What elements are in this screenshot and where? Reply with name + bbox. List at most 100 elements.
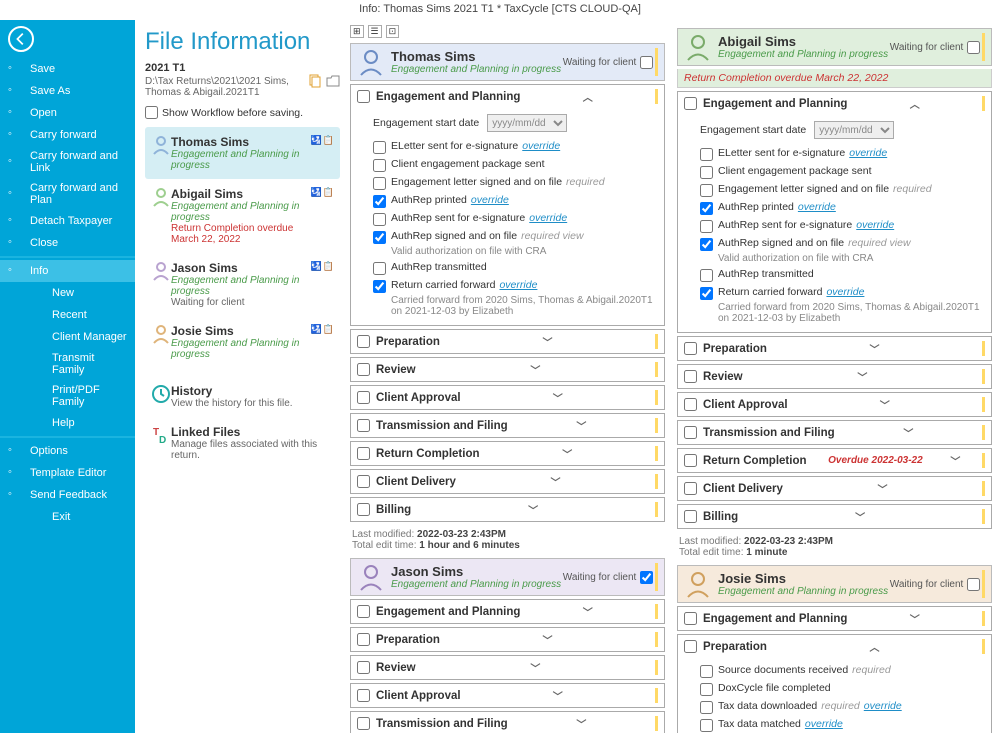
workflow-task[interactable]: Tax data downloaded required override (700, 698, 983, 716)
workflow-task[interactable]: AuthRep printed override (700, 199, 983, 217)
task-checkbox[interactable] (373, 177, 386, 190)
open-folder-icon[interactable] (326, 74, 340, 88)
section-header[interactable]: Review ﹀ (678, 365, 991, 388)
workflow-task[interactable]: Return carried forward override (700, 284, 983, 302)
task-checkbox[interactable] (700, 701, 713, 714)
section-header[interactable]: Preparation ︿ (678, 635, 991, 658)
section-header[interactable]: Transmission and Filing ﹀ (351, 712, 664, 733)
task-checkbox[interactable] (700, 665, 713, 678)
section-header[interactable]: Client Approval ﹀ (351, 386, 664, 409)
section-header[interactable]: Transmission and Filing ﹀ (351, 414, 664, 437)
sidebar-item-help[interactable]: Help (0, 412, 135, 434)
task-checkbox[interactable] (373, 280, 386, 293)
view-toggle-icons[interactable]: ⊞☰⊡ (350, 25, 665, 38)
task-checkbox[interactable] (700, 166, 713, 179)
section-header[interactable]: Client Approval ﹀ (678, 393, 991, 416)
task-checkbox[interactable] (373, 195, 386, 208)
sidebar-item-open[interactable]: ◦Open (0, 102, 135, 124)
person-card[interactable]: Abigail Sims Engagement and Planning in … (145, 179, 340, 253)
task-checkbox[interactable] (700, 269, 713, 282)
section-header[interactable]: Engagement and Planning ﹀ (351, 600, 664, 623)
sidebar-item-carry-forward-and-plan[interactable]: ◦Carry forward and Plan (0, 178, 135, 210)
sidebar-item-detach-taxpayer[interactable]: ◦Detach Taxpayer (0, 210, 135, 232)
workflow-task[interactable]: AuthRep sent for e-signature override (700, 217, 983, 235)
copy-path-icon[interactable] (309, 74, 321, 88)
waiting-checkbox[interactable] (640, 56, 653, 69)
workflow-task[interactable]: Engagement letter signed and on file req… (700, 181, 983, 199)
task-checkbox[interactable] (700, 238, 713, 251)
sidebar-item-print-pdf-family[interactable]: Print/PDF Family (0, 380, 135, 412)
section-header[interactable]: Client Delivery ﹀ (678, 477, 991, 500)
section-header[interactable]: Transmission and Filing ﹀ (678, 421, 991, 444)
linked-files-link[interactable]: TD Linked Files Manage files associated … (145, 417, 340, 469)
sidebar-item-close[interactable]: ◦Close (0, 232, 135, 254)
override-link[interactable]: override (522, 140, 560, 152)
waiting-checkbox[interactable] (967, 578, 980, 591)
workflow-task[interactable]: Tax data matched override (700, 716, 983, 733)
sidebar-item-info[interactable]: ◦Info (0, 260, 135, 282)
sidebar-item-template-editor[interactable]: ◦Template Editor (0, 462, 135, 484)
workflow-task[interactable]: Engagement letter signed and on file req… (373, 174, 656, 192)
sidebar-item-save-as[interactable]: ◦Save As (0, 80, 135, 102)
person-card[interactable]: Jason Sims Engagement and Planning in pr… (145, 253, 340, 316)
workflow-task[interactable]: ELetter sent for e-signature override (373, 138, 656, 156)
workflow-task[interactable]: AuthRep signed and on file required view (700, 235, 983, 253)
section-header[interactable]: Engagement and Planning ︿ (678, 92, 991, 115)
sidebar-item-options[interactable]: ◦Options (0, 440, 135, 462)
workflow-task[interactable]: ELetter sent for e-signature override (700, 145, 983, 163)
workflow-task[interactable]: AuthRep sent for e-signature override (373, 210, 656, 228)
section-header[interactable]: Billing ﹀ (678, 505, 991, 528)
workflow-task[interactable]: DoxCycle file completed (700, 680, 983, 698)
section-header[interactable]: Preparation ﹀ (678, 337, 991, 360)
sidebar-item-client-manager[interactable]: Client Manager (0, 326, 135, 348)
override-link[interactable]: override (849, 147, 887, 159)
sidebar-item-new[interactable]: New (0, 282, 135, 304)
workflow-task[interactable]: Client engagement package sent (373, 156, 656, 174)
task-checkbox[interactable] (373, 213, 386, 226)
task-checkbox[interactable] (700, 719, 713, 732)
task-checkbox[interactable] (700, 148, 713, 161)
sidebar-item-carry-forward[interactable]: ◦Carry forward (0, 124, 135, 146)
person-card[interactable]: Josie Sims Engagement and Planning in pr… (145, 316, 340, 368)
sidebar-item-recent[interactable]: Recent (0, 304, 135, 326)
override-link[interactable]: override (529, 212, 567, 224)
back-button[interactable] (8, 26, 34, 52)
override-link[interactable]: override (471, 194, 509, 206)
show-workflow-checkbox[interactable]: Show Workflow before saving. (145, 106, 340, 119)
sidebar-item-transmit-family[interactable]: Transmit Family (0, 348, 135, 380)
workflow-task[interactable]: Return carried forward override (373, 277, 656, 295)
workflow-task[interactable]: AuthRep transmitted (373, 259, 656, 277)
section-header[interactable]: Review ﹀ (351, 358, 664, 381)
task-checkbox[interactable] (373, 159, 386, 172)
section-header[interactable]: Return Completion Overdue 2022-03-22 ﹀ (678, 449, 991, 472)
section-header[interactable]: Engagement and Planning ﹀ (678, 607, 991, 630)
task-checkbox[interactable] (373, 141, 386, 154)
override-link[interactable]: override (499, 279, 537, 291)
workflow-task[interactable]: AuthRep signed and on file required view (373, 228, 656, 246)
workflow-task[interactable]: Source documents received required (700, 662, 983, 680)
sidebar-item-carry-forward-and-link[interactable]: ◦Carry forward and Link (0, 146, 135, 178)
date-select[interactable]: yyyy/mm/dd (814, 121, 894, 139)
date-select[interactable]: yyyy/mm/dd (487, 114, 567, 132)
override-link[interactable]: override (798, 201, 836, 213)
section-header[interactable]: Preparation ﹀ (351, 330, 664, 353)
task-checkbox[interactable] (700, 683, 713, 696)
sidebar-item-send-feedback[interactable]: ◦Send Feedback (0, 484, 135, 506)
section-header[interactable]: Billing ﹀ (351, 498, 664, 521)
sidebar-item-save[interactable]: ◦Save (0, 58, 135, 80)
override-link[interactable]: override (805, 718, 843, 730)
override-link[interactable]: override (864, 700, 902, 712)
workflow-task[interactable]: Client engagement package sent (700, 163, 983, 181)
override-link[interactable]: override (826, 286, 864, 298)
task-checkbox[interactable] (700, 220, 713, 233)
section-header[interactable]: Client Approval ﹀ (351, 684, 664, 707)
task-checkbox[interactable] (700, 287, 713, 300)
task-checkbox[interactable] (373, 262, 386, 275)
waiting-checkbox[interactable] (967, 41, 980, 54)
history-link[interactable]: History View the history for this file. (145, 376, 340, 417)
waiting-checkbox[interactable] (640, 571, 653, 584)
section-header[interactable]: Preparation ﹀ (351, 628, 664, 651)
section-header[interactable]: Client Delivery ﹀ (351, 470, 664, 493)
person-card[interactable]: Thomas Sims Engagement and Planning in p… (145, 127, 340, 179)
workflow-task[interactable]: AuthRep transmitted (700, 266, 983, 284)
